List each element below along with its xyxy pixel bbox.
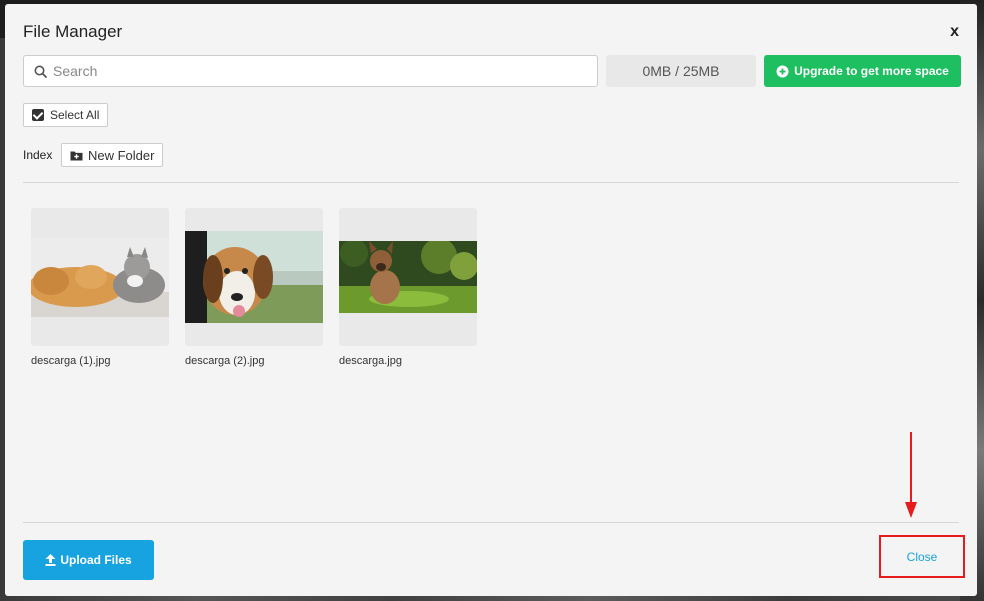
new-folder-button[interactable]: New Folder bbox=[61, 143, 164, 167]
storage-quota: 0MB / 25MB bbox=[606, 55, 756, 87]
file-thumbnail[interactable] bbox=[339, 208, 477, 346]
file-thumbnail[interactable] bbox=[31, 208, 169, 346]
file-item[interactable]: descarga (1).jpg bbox=[31, 208, 169, 367]
file-grid: descarga (1).jpg descarga (2).jpg descar… bbox=[31, 208, 477, 367]
select-all-label: Select All bbox=[50, 108, 100, 122]
modal-title: File Manager bbox=[23, 22, 123, 41]
breadcrumb-index[interactable]: Index bbox=[23, 148, 52, 162]
annotation-arrow bbox=[905, 432, 917, 518]
close-icon[interactable]: x bbox=[950, 23, 959, 41]
folder-plus-icon bbox=[70, 151, 83, 160]
modal-header: File Manager x bbox=[23, 22, 959, 46]
header-divider bbox=[23, 182, 959, 183]
search-input[interactable] bbox=[53, 63, 573, 79]
new-folder-label: New Folder bbox=[88, 147, 155, 163]
file-manager-modal: File Manager x 0MB / 25MB Upgrade to get… bbox=[5, 4, 977, 596]
upload-files-button[interactable]: Upload Files bbox=[23, 540, 154, 580]
file-name: descarga.jpg bbox=[339, 355, 402, 367]
file-thumbnail[interactable] bbox=[185, 208, 323, 346]
search-box[interactable] bbox=[23, 55, 598, 87]
file-item[interactable]: descarga (2).jpg bbox=[185, 208, 323, 367]
upload-icon bbox=[45, 554, 56, 566]
file-name: descarga (1).jpg bbox=[31, 355, 111, 367]
close-button[interactable]: Close bbox=[879, 535, 965, 578]
upgrade-button[interactable]: Upgrade to get more space bbox=[764, 55, 961, 87]
close-button-label: Close bbox=[906, 549, 938, 564]
file-image bbox=[339, 241, 477, 313]
file-item[interactable]: descarga.jpg bbox=[339, 208, 477, 367]
file-name: descarga (2).jpg bbox=[185, 355, 265, 367]
search-icon bbox=[34, 65, 47, 78]
plus-circle-icon bbox=[776, 65, 789, 77]
file-image bbox=[185, 231, 323, 323]
file-image bbox=[31, 237, 169, 317]
upgrade-button-label: Upgrade to get more space bbox=[794, 64, 949, 78]
upload-files-label: Upload Files bbox=[60, 553, 132, 567]
footer-divider bbox=[23, 522, 959, 523]
select-all-checkbox[interactable] bbox=[32, 109, 44, 121]
select-all-button[interactable]: Select All bbox=[23, 103, 109, 127]
